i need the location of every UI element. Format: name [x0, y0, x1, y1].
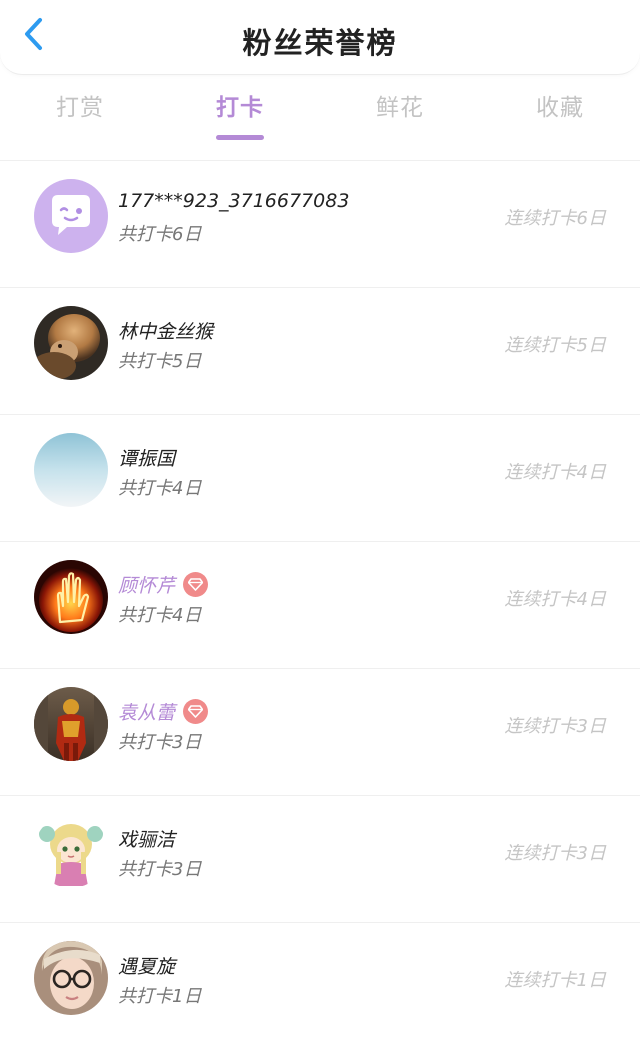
- fan-ranking-list: 177***923_3716677083 共打卡6日 连续打卡6日 林中金丝猴 …: [0, 160, 640, 1049]
- fan-name: 戏骊洁: [118, 829, 176, 851]
- fan-row[interactable]: 袁从蕾 共打卡3日 连续打卡3日: [0, 668, 640, 795]
- fan-name-line: 谭振国: [118, 444, 175, 471]
- fan-name: 177***923_3716677083: [118, 190, 350, 212]
- fan-name-line: 177***923_3716677083: [118, 190, 349, 212]
- top-bar: 粉丝荣誉榜: [0, 0, 640, 75]
- fan-row[interactable]: 林中金丝猴 共打卡5日 连续打卡5日: [0, 287, 640, 414]
- monkey-photo-avatar: [34, 306, 108, 380]
- fan-row[interactable]: 顾怀芹 共打卡4日 连续打卡4日: [0, 541, 640, 668]
- tab-tip[interactable]: 打赏: [0, 84, 160, 154]
- vip-diamond-icon: [183, 699, 209, 724]
- fan-name-line: 戏骊洁: [118, 825, 175, 852]
- vip-diamond-icon: [183, 572, 209, 597]
- fan-streak: 连续打卡3日: [504, 716, 606, 737]
- fan-total-checkins: 共打卡1日: [118, 986, 202, 1007]
- fan-streak: 连续打卡6日: [504, 208, 606, 229]
- fan-name-line: 袁从蕾: [118, 698, 209, 725]
- fan-row[interactable]: 遇夏旋 共打卡1日 连续打卡1日: [0, 922, 640, 1049]
- fan-total-checkins: 共打卡3日: [118, 859, 202, 880]
- tab-flowers[interactable]: 鲜花: [320, 84, 480, 154]
- fan-name-line: 遇夏旋: [118, 952, 175, 979]
- tab-favorites[interactable]: 收藏: [480, 84, 640, 154]
- purple-chat-bubble-avatar: [34, 179, 108, 253]
- fan-total-checkins: 共打卡5日: [118, 351, 202, 372]
- fan-name: 袁从蕾: [118, 702, 176, 724]
- fan-name-line: 林中金丝猴: [118, 317, 213, 344]
- fan-name: 顾怀芹: [118, 575, 176, 597]
- fan-row[interactable]: 戏骊洁 共打卡3日 连续打卡3日: [0, 795, 640, 922]
- sky-gradient-avatar: [34, 433, 108, 507]
- fan-total-checkins: 共打卡4日: [118, 605, 202, 626]
- fan-streak: 连续打卡4日: [504, 462, 606, 483]
- fan-streak: 连续打卡1日: [504, 970, 606, 991]
- fan-name-line: 顾怀芹: [118, 571, 209, 598]
- fan-row[interactable]: 177***923_3716677083 共打卡6日 连续打卡6日: [0, 160, 640, 287]
- fan-streak: 连续打卡3日: [504, 843, 606, 864]
- fan-name: 遇夏旋: [118, 956, 176, 978]
- fan-name: 谭振国: [118, 448, 176, 470]
- fan-total-checkins: 共打卡3日: [118, 732, 202, 753]
- tab-checkin[interactable]: 打卡: [160, 84, 320, 154]
- glasses-portrait-avatar: [34, 941, 108, 1015]
- fan-name: 林中金丝猴: [118, 321, 214, 343]
- fan-streak: 连续打卡5日: [504, 335, 606, 356]
- page-title: 粉丝荣誉榜: [242, 26, 398, 60]
- fan-total-checkins: 共打卡4日: [118, 478, 202, 499]
- tab-bar: 打赏 打卡 鲜花 收藏: [0, 84, 640, 154]
- fiery-hand-avatar: [34, 560, 108, 634]
- armored-warrior-avatar: [34, 687, 108, 761]
- anime-girl-avatar: [34, 814, 108, 888]
- fan-row[interactable]: 谭振国 共打卡4日 连续打卡4日: [0, 414, 640, 541]
- fan-streak: 连续打卡4日: [504, 589, 606, 610]
- fan-total-checkins: 共打卡6日: [118, 224, 202, 245]
